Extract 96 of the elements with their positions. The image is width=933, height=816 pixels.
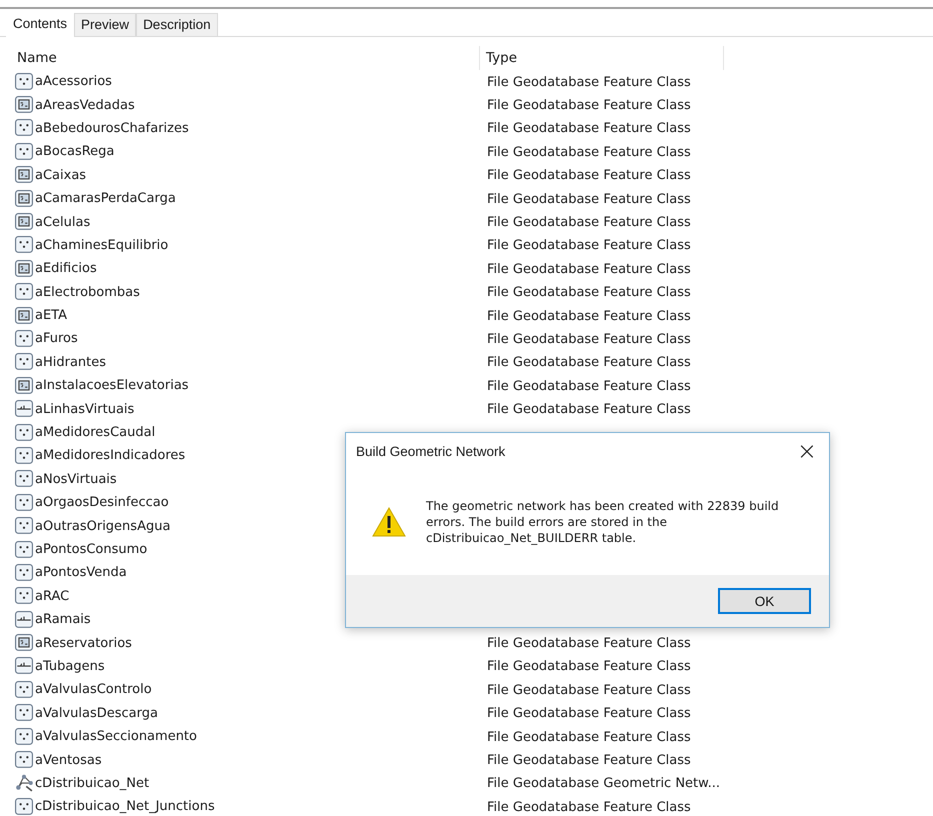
point-layer-icon — [15, 446, 33, 465]
item-type: File Geodatabase Feature Class — [487, 308, 691, 324]
item-name[interactable]: aValvulasDescarga — [35, 706, 158, 721]
item-name[interactable]: aNosVirtuais — [35, 472, 117, 487]
point-layer-icon — [15, 751, 33, 770]
item-type: File Geodatabase Feature Class — [487, 378, 691, 394]
item-type: File Geodatabase Feature Class — [487, 706, 691, 722]
item-name[interactable]: aETA — [35, 308, 68, 324]
polygon-layer-icon — [15, 260, 33, 278]
polygon-layer-icon — [15, 190, 33, 208]
tab[interactable]: Preview — [74, 13, 136, 36]
close-button[interactable]: × — [792, 439, 821, 463]
item-name[interactable]: aAcessorios — [35, 74, 112, 90]
point-layer-icon — [15, 353, 33, 372]
item-type: File Geodatabase Feature Class — [487, 730, 691, 745]
point-layer-icon — [15, 564, 33, 582]
item-type: File Geodatabase Feature Class — [487, 262, 691, 277]
item-type: File Geodatabase Feature Class — [487, 753, 691, 768]
line-layer-icon — [15, 400, 33, 418]
item-name[interactable]: aMedidoresIndicadores — [35, 448, 186, 464]
column-header[interactable]: Name — [0, 46, 480, 70]
point-layer-icon — [15, 494, 33, 512]
item-name[interactable]: aBebedourosChafarizes — [35, 120, 189, 136]
item-name[interactable]: aOutrasOrigensAgua — [35, 518, 170, 534]
item-name[interactable]: aPontosConsumo — [35, 542, 148, 557]
item-name[interactable]: aRamais — [35, 612, 91, 628]
item-name[interactable]: cDistribuicao_Net_Junctions — [35, 799, 215, 814]
polygon-layer-icon — [15, 306, 33, 325]
point-layer-icon — [15, 142, 33, 161]
item-name[interactable]: aInstalacoesElevatorias — [35, 378, 189, 394]
item-type: File Geodatabase Feature Class — [487, 74, 691, 90]
dialog-title: Build Geometric Network — [356, 444, 506, 458]
item-type: File Geodatabase Feature Class — [487, 285, 691, 300]
item-name[interactable]: aCaixas — [35, 168, 86, 183]
item-name[interactable]: aValvulasSeccionamento — [35, 729, 197, 744]
item-type: File Geodatabase Feature Class — [487, 332, 691, 347]
item-name[interactable]: aFuros — [35, 331, 78, 346]
column-header[interactable]: Type — [480, 46, 724, 70]
item-type: File Geodatabase Geometric Netw... — [487, 776, 720, 792]
item-name[interactable]: aCamarasPerdaCarga — [35, 191, 176, 206]
polygon-layer-icon — [15, 213, 33, 232]
point-layer-icon — [15, 680, 33, 699]
item-type: File Geodatabase Feature Class — [487, 192, 691, 207]
polygon-layer-icon — [15, 634, 33, 652]
item-name[interactable]: aMedidoresCaudal — [35, 425, 156, 440]
line-layer-icon — [15, 610, 33, 629]
item-type: File Geodatabase Feature Class — [487, 168, 691, 184]
point-layer-icon — [15, 283, 33, 302]
point-layer-icon — [15, 704, 33, 722]
point-layer-icon — [15, 587, 33, 606]
item-name[interactable]: aHidrantes — [35, 354, 106, 370]
item-name[interactable]: aTubagens — [35, 658, 105, 674]
item-name[interactable]: aEdificios — [35, 261, 97, 276]
point-layer-icon — [15, 330, 33, 348]
point-layer-icon — [15, 728, 33, 746]
item-type: File Geodatabase Feature Class — [487, 238, 691, 254]
item-type: File Geodatabase Feature Class — [487, 800, 691, 815]
polygon-layer-icon — [15, 376, 33, 395]
item-type: File Geodatabase Feature Class — [487, 121, 691, 136]
line-layer-icon — [15, 657, 33, 676]
polygon-layer-icon — [15, 96, 33, 114]
item-name[interactable]: aElectrobombas — [35, 284, 140, 300]
item-name[interactable]: aPontosVenda — [35, 565, 127, 580]
item-type: File Geodatabase Feature Class — [487, 402, 691, 418]
item-name[interactable]: aLinhasVirtuais — [35, 402, 134, 417]
ok-button[interactable]: OK — [718, 588, 811, 614]
item-type: File Geodatabase Feature Class — [487, 215, 691, 230]
item-name[interactable]: cDistribuicao_Net — [35, 776, 150, 791]
item-type: File Geodatabase Feature Class — [487, 355, 691, 370]
item-name[interactable]: aVentosas — [35, 752, 102, 768]
point-layer-icon — [15, 798, 33, 816]
point-layer-icon — [15, 72, 33, 91]
polygon-layer-icon — [15, 166, 33, 184]
item-name[interactable]: aAreasVedadas — [35, 98, 135, 113]
point-layer-icon — [15, 517, 33, 536]
item-name[interactable]: aChaminesEquilibrio — [35, 238, 168, 253]
point-layer-icon — [15, 424, 33, 442]
item-type: File Geodatabase Feature Class — [487, 659, 691, 674]
point-layer-icon — [15, 470, 33, 488]
item-type: File Geodatabase Feature Class — [487, 144, 691, 160]
item-type: File Geodatabase Feature Class — [487, 636, 691, 652]
item-name[interactable]: aReservatorios — [35, 636, 132, 651]
tab[interactable]: Description — [136, 13, 218, 36]
point-layer-icon — [15, 236, 33, 254]
network-icon — [15, 774, 33, 792]
item-name[interactable]: aCelulas — [35, 214, 90, 230]
item-name[interactable]: aOrgaosDesinfeccao — [35, 495, 169, 510]
item-name[interactable]: aValvulasControlo — [35, 682, 152, 698]
point-layer-icon — [15, 119, 33, 138]
item-type: File Geodatabase Feature Class — [487, 682, 691, 698]
item-name[interactable]: aRAC — [35, 588, 70, 604]
point-layer-icon — [15, 540, 33, 558]
dialog-message: The geometric network has been created with 22839 build errors. The build errors are stored in the cDistribuicao_Net_BUILDERR table. — [426, 498, 780, 546]
item-name[interactable]: aBocasRega — [35, 144, 114, 160]
item-type: File Geodatabase Feature Class — [487, 98, 691, 114]
warning-icon — [372, 507, 406, 537]
